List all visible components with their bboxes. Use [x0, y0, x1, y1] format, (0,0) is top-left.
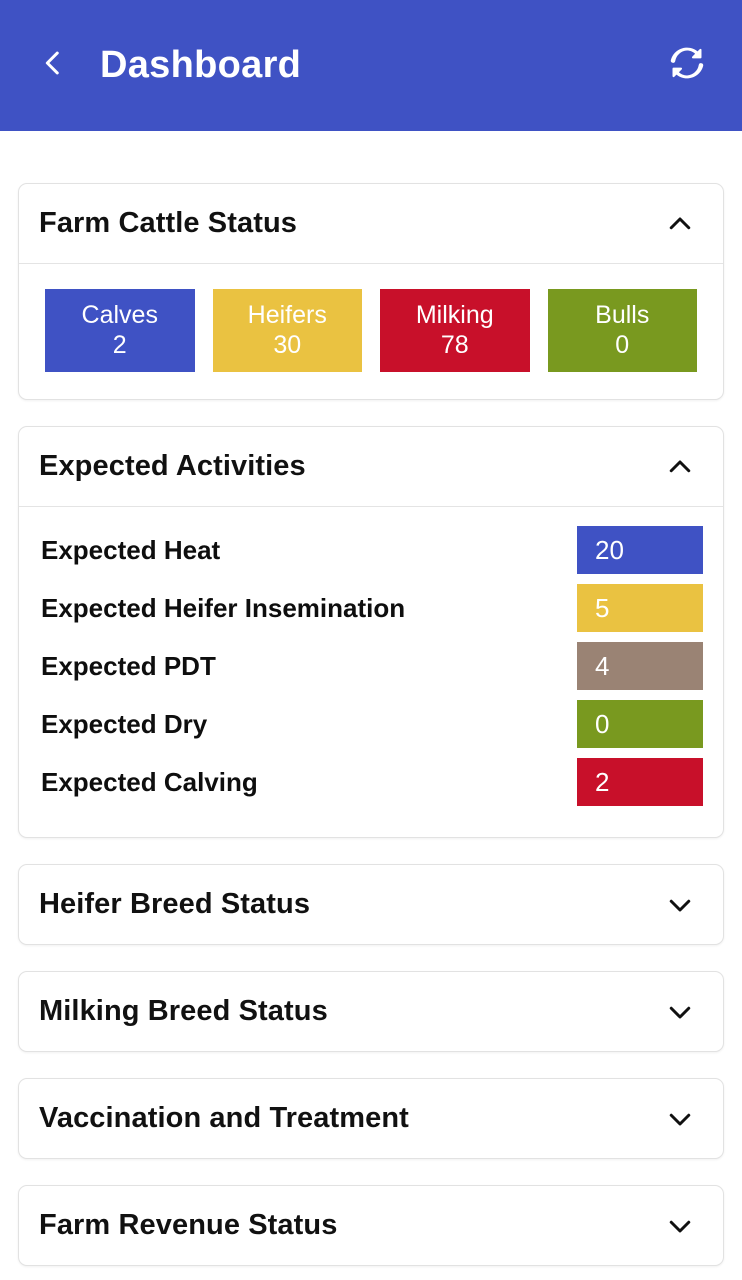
activity-row-expected-calving[interactable]: Expected Calving 2: [41, 753, 703, 811]
section-farm-cattle-status: Farm Cattle Status Calves 2 Heifers 30 M…: [18, 183, 724, 400]
tile-value: 2: [112, 330, 127, 359]
section-milking-breed-status: Milking Breed Status: [18, 971, 724, 1052]
activity-row-expected-pdt[interactable]: Expected PDT 4: [41, 637, 703, 695]
activity-value-badge: 4: [577, 642, 703, 690]
activity-label: Expected Heifer Insemination: [41, 592, 406, 623]
section-title: Farm Revenue Status: [39, 1209, 338, 1241]
activity-row-expected-dry[interactable]: Expected Dry 0: [41, 695, 703, 753]
tile-value: 0: [615, 330, 630, 359]
tile-value: 78: [440, 330, 469, 359]
chevron-up-icon[interactable]: [663, 207, 697, 241]
section-heifer-breed-status: Heifer Breed Status: [18, 864, 724, 945]
section-header-vaccination-and-treatment[interactable]: Vaccination and Treatment: [19, 1079, 723, 1158]
tile-label: Calves: [81, 301, 158, 329]
back-button[interactable]: [26, 39, 80, 93]
activity-list: Expected Heat 20 Expected Heifer Insemin…: [19, 507, 723, 837]
page-title: Dashboard: [100, 44, 302, 86]
activity-value-badge: 0: [577, 700, 703, 748]
activity-label: Expected PDT: [41, 650, 216, 681]
activity-value-badge: 2: [577, 758, 703, 806]
chevron-down-icon[interactable]: [663, 1102, 697, 1136]
section-header-farm-cattle-status[interactable]: Farm Cattle Status: [19, 184, 723, 263]
section-header-milking-breed-status[interactable]: Milking Breed Status: [19, 972, 723, 1051]
tile-label: Milking: [415, 301, 494, 329]
section-body-expected-activities: Expected Heat 20 Expected Heifer Insemin…: [19, 507, 723, 837]
dashboard-content: Farm Cattle Status Calves 2 Heifers 30 M…: [0, 131, 742, 1266]
tile-label: Heifers: [247, 301, 327, 329]
cattle-tile-calves[interactable]: Calves 2: [45, 289, 195, 372]
chevron-down-icon[interactable]: [663, 995, 697, 1029]
section-header-expected-activities[interactable]: Expected Activities: [19, 427, 723, 506]
activity-value-badge: 5: [577, 584, 703, 632]
section-expected-activities: Expected Activities Expected Heat 20 Exp…: [18, 426, 724, 838]
section-title: Farm Cattle Status: [39, 207, 298, 239]
cattle-tile-group: Calves 2 Heifers 30 Milking 78 Bulls 0: [19, 264, 723, 399]
activity-row-expected-heifer-insemination[interactable]: Expected Heifer Insemination 5: [41, 579, 703, 637]
activity-row-expected-heat[interactable]: Expected Heat 20: [41, 521, 703, 579]
tile-label: Bulls: [595, 301, 650, 329]
cattle-tile-milking[interactable]: Milking 78: [380, 289, 530, 372]
activity-label: Expected Heat: [41, 534, 221, 565]
section-header-heifer-breed-status[interactable]: Heifer Breed Status: [19, 865, 723, 944]
tile-value: 30: [273, 330, 302, 359]
section-vaccination-and-treatment: Vaccination and Treatment: [18, 1078, 724, 1159]
section-body-farm-cattle-status: Calves 2 Heifers 30 Milking 78 Bulls 0: [19, 264, 723, 399]
refresh-icon: [667, 43, 707, 88]
chevron-down-icon[interactable]: [663, 888, 697, 922]
section-title: Heifer Breed Status: [39, 888, 311, 920]
section-title: Expected Activities: [39, 450, 306, 482]
section-title: Milking Breed Status: [39, 995, 328, 1027]
section-header-farm-revenue-status[interactable]: Farm Revenue Status: [19, 1186, 723, 1265]
activity-label: Expected Dry: [41, 708, 208, 739]
chevron-down-icon[interactable]: [663, 1209, 697, 1243]
section-farm-revenue-status: Farm Revenue Status: [18, 1185, 724, 1266]
cattle-tile-heifers[interactable]: Heifers 30: [212, 289, 362, 372]
cattle-tile-bulls[interactable]: Bulls 0: [547, 289, 697, 372]
chevron-up-icon[interactable]: [663, 450, 697, 484]
refresh-button[interactable]: [660, 39, 714, 93]
app-bar: Dashboard: [0, 0, 742, 131]
activity-value-badge: 20: [577, 526, 703, 574]
chevron-left-icon: [36, 46, 70, 85]
activity-label: Expected Calving: [41, 766, 258, 797]
section-title: Vaccination and Treatment: [39, 1102, 409, 1134]
